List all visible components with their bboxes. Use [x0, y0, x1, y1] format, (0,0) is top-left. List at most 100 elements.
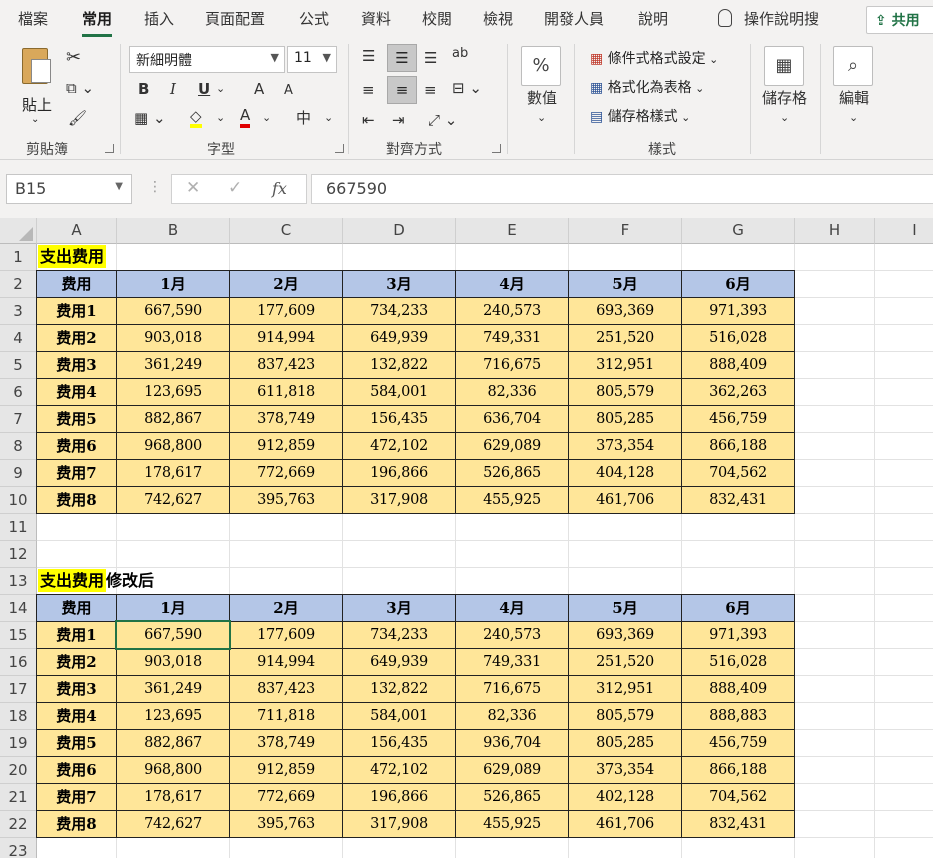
table2-data-cell[interactable]: 742,627	[116, 810, 230, 838]
table2-data-cell[interactable]: 888,883	[681, 702, 795, 730]
table2-row-label[interactable]: 费用7	[36, 783, 117, 811]
table1-data-cell[interactable]: 912,859	[229, 432, 343, 460]
column-header-H[interactable]: H	[795, 218, 875, 244]
table2-data-cell[interactable]: 629,089	[455, 756, 569, 784]
table1-data-cell[interactable]: 472,102	[342, 432, 456, 460]
table2-data-cell[interactable]: 312,951	[568, 675, 682, 703]
table1-title[interactable]: 支出费用	[38, 244, 107, 271]
table2-header-cell[interactable]: 4月	[455, 594, 569, 622]
table1-data-cell[interactable]: 837,423	[229, 351, 343, 379]
phonetic-dropdown-icon[interactable]: ⌄	[324, 108, 333, 128]
format-as-table-button[interactable]: ▦ 格式化為表格 ⌄	[590, 77, 704, 97]
row-header-5[interactable]: 5	[0, 352, 37, 379]
formula-input[interactable]: 667590	[311, 174, 933, 204]
table1-data-cell[interactable]: 461,706	[568, 486, 682, 514]
table1-data-cell[interactable]: 888,409	[681, 351, 795, 379]
table2-data-cell[interactable]: 866,188	[681, 756, 795, 784]
table2-row-label[interactable]: 费用1	[36, 621, 117, 649]
alignment-launcher-icon[interactable]	[492, 144, 501, 153]
table2-header-cell[interactable]: 1月	[116, 594, 230, 622]
table2-data-cell[interactable]: 693,369	[568, 621, 682, 649]
table1-data-cell[interactable]: 156,435	[342, 405, 456, 433]
row-header-13[interactable]: 13	[0, 568, 37, 595]
table2-data-cell[interactable]: 526,865	[455, 783, 569, 811]
underline-button[interactable]: U	[198, 79, 210, 99]
row-header-6[interactable]: 6	[0, 379, 37, 406]
table1-data-cell[interactable]: 123,695	[116, 378, 230, 406]
row-header-20[interactable]: 20	[0, 757, 37, 784]
table2-data-cell[interactable]: 832,431	[681, 810, 795, 838]
row-header-7[interactable]: 7	[0, 406, 37, 433]
cancel-icon[interactable]: ✕	[186, 178, 200, 198]
cut-icon[interactable]: ✂	[66, 48, 81, 68]
table2-data-cell[interactable]: 882,867	[116, 729, 230, 757]
table1-header-cell[interactable]: 6月	[681, 270, 795, 298]
table2-data-cell[interactable]: 455,925	[455, 810, 569, 838]
table1-data-cell[interactable]: 395,763	[229, 486, 343, 514]
table1-data-cell[interactable]: 240,573	[455, 297, 569, 325]
table1-data-cell[interactable]: 362,263	[681, 378, 795, 406]
row-header-1[interactable]: 1	[0, 244, 37, 271]
table2-data-cell[interactable]: 837,423	[229, 675, 343, 703]
table1-data-cell[interactable]: 361,249	[116, 351, 230, 379]
table1-data-cell[interactable]: 526,865	[455, 459, 569, 487]
font-launcher-icon[interactable]	[335, 144, 344, 153]
tab-file[interactable]: 檔案	[18, 8, 48, 29]
tab-home[interactable]: 常用	[82, 8, 113, 37]
table2-header-cell[interactable]: 费用	[36, 594, 117, 622]
font-color-dropdown-icon[interactable]: ⌄	[262, 108, 271, 128]
wrap-text-button[interactable]: ab	[452, 44, 468, 64]
table1-data-cell[interactable]: 805,579	[568, 378, 682, 406]
table1-data-cell[interactable]: 611,818	[229, 378, 343, 406]
table1-data-cell[interactable]: 317,908	[342, 486, 456, 514]
table1-data-cell[interactable]: 177,609	[229, 297, 343, 325]
table2-data-cell[interactable]: 456,759	[681, 729, 795, 757]
table2-data-cell[interactable]: 711,818	[229, 702, 343, 730]
table1-data-cell[interactable]: 378,749	[229, 405, 343, 433]
editing-button[interactable]: 編輯	[839, 88, 869, 108]
table2-data-cell[interactable]: 888,409	[681, 675, 795, 703]
table1-header-cell[interactable]: 5月	[568, 270, 682, 298]
table1-data-cell[interactable]: 903,018	[116, 324, 230, 352]
table1-row-label[interactable]: 费用6	[36, 432, 117, 460]
column-header-F[interactable]: F	[569, 218, 682, 244]
decrease-indent-icon[interactable]: ⇤	[362, 110, 375, 130]
italic-button[interactable]: I	[170, 79, 176, 99]
table1-data-cell[interactable]: 971,393	[681, 297, 795, 325]
column-header-E[interactable]: E	[456, 218, 569, 244]
table2-data-cell[interactable]: 749,331	[455, 648, 569, 676]
table2-data-cell[interactable]: 914,994	[229, 648, 343, 676]
clipboard-launcher-icon[interactable]	[105, 144, 114, 153]
column-header-G[interactable]: G	[682, 218, 795, 244]
table2-data-cell[interactable]: 156,435	[342, 729, 456, 757]
table1-data-cell[interactable]: 132,822	[342, 351, 456, 379]
tab-data[interactable]: 資料	[361, 8, 391, 29]
table2-data-cell[interactable]: 402,128	[568, 783, 682, 811]
table1-header-cell[interactable]: 2月	[229, 270, 343, 298]
paste-button[interactable]: 貼上 ⌄	[14, 46, 60, 126]
column-header-A[interactable]: A	[37, 218, 117, 244]
table1-data-cell[interactable]: 716,675	[455, 351, 569, 379]
table2-data-cell[interactable]: 912,859	[229, 756, 343, 784]
table1-row-label[interactable]: 费用5	[36, 405, 117, 433]
row-header-12[interactable]: 12	[0, 541, 37, 568]
borders-icon[interactable]: ▦ ⌄	[134, 108, 166, 128]
row-header-17[interactable]: 17	[0, 676, 37, 703]
table1-data-cell[interactable]: 196,866	[342, 459, 456, 487]
orientation-icon[interactable]: ⤢ ⌄	[428, 110, 457, 130]
table1-data-cell[interactable]: 832,431	[681, 486, 795, 514]
font-color-button[interactable]: A	[240, 106, 251, 128]
row-header-3[interactable]: 3	[0, 298, 37, 325]
tell-me-search[interactable]: 操作說明搜	[718, 8, 819, 29]
table1-data-cell[interactable]: 749,331	[455, 324, 569, 352]
table1-data-cell[interactable]: 772,669	[229, 459, 343, 487]
table2-data-cell[interactable]: 971,393	[681, 621, 795, 649]
table1-data-cell[interactable]: 373,354	[568, 432, 682, 460]
table2-data-cell[interactable]: 240,573	[455, 621, 569, 649]
table2-data-cell[interactable]: 177,609	[229, 621, 343, 649]
underline-dropdown-icon[interactable]: ⌄	[216, 79, 225, 99]
fill-color-icon[interactable]: ◇	[190, 108, 202, 128]
tab-formulas[interactable]: 公式	[299, 8, 329, 29]
table2-data-cell[interactable]: 461,706	[568, 810, 682, 838]
align-center-icon[interactable]: ≡	[387, 76, 417, 104]
